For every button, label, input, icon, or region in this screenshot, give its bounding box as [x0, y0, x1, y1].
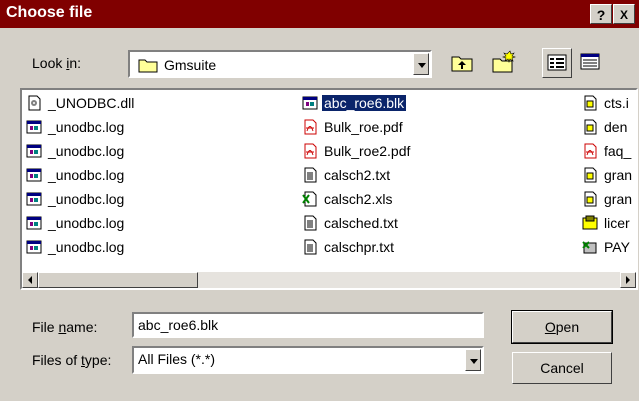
file-item[interactable]: den: [582, 117, 629, 137]
files-of-type-value: All Files (*.*): [138, 351, 216, 367]
file-item[interactable]: _unodbc.log: [26, 213, 126, 233]
file-item[interactable]: calsch2.xls: [302, 189, 394, 209]
scroll-right-button[interactable]: [620, 272, 636, 288]
generic-file-icon: [26, 216, 42, 230]
spreadsheet-icon: [302, 191, 317, 207]
text-file-icon: [304, 239, 317, 255]
setup-icon: [582, 241, 597, 254]
up-one-level-button[interactable]: [448, 48, 478, 78]
file-item-name: den: [604, 119, 628, 135]
file-item-name: Bulk_roe.pdf: [324, 119, 403, 135]
config-file-icon: [584, 95, 597, 111]
license-icon: [582, 215, 598, 230]
generic-file-icon: [26, 168, 42, 182]
look-in-label: Look in:: [32, 55, 82, 71]
file-item-name: faq_: [604, 143, 632, 159]
cancel-button[interactable]: Cancel: [512, 352, 612, 384]
file-item[interactable]: PAY: [582, 237, 632, 257]
file-item[interactable]: cts.i: [582, 93, 631, 113]
open-button[interactable]: Open: [511, 310, 613, 344]
file-item[interactable]: _unodbc.log: [26, 237, 126, 257]
generic-file-icon: [26, 144, 42, 158]
file-item[interactable]: _UNODBC.dll: [26, 93, 136, 113]
generic-file-icon: [26, 192, 42, 206]
file-item[interactable]: _unodbc.log: [26, 189, 126, 209]
arrow-left-icon: [28, 276, 32, 284]
list-view-icon: [547, 54, 567, 71]
file-item-name: _unodbc.log: [48, 119, 125, 135]
config-file-icon: [584, 191, 597, 207]
file-item-name: licer: [604, 215, 630, 231]
files-of-type-combobox[interactable]: All Files (*.*): [132, 346, 484, 374]
arrow-right-icon: [626, 276, 630, 284]
file-item[interactable]: _unodbc.log: [26, 117, 126, 137]
choose-file-dialog: Choose file ? X Look in: Gmsuite _UNODBC…: [0, 0, 639, 401]
file-name-value: abc_roe6.blk: [138, 317, 219, 333]
file-item-name: calschpr.txt: [324, 239, 395, 255]
file-item[interactable]: Bulk_roe.pdf: [302, 117, 405, 137]
file-item-name: _UNODBC.dll: [48, 95, 135, 111]
close-button[interactable]: X: [613, 4, 635, 24]
file-item-name: _unodbc.log: [48, 239, 125, 255]
file-item-name: cts.i: [604, 95, 629, 111]
file-item[interactable]: licer: [582, 213, 632, 233]
file-item[interactable]: calschpr.txt: [302, 237, 396, 257]
pdf-icon: [304, 119, 317, 135]
look-in-dropdown-button[interactable]: [413, 53, 429, 75]
new-folder-icon: [492, 50, 516, 73]
horizontal-scrollbar[interactable]: [22, 272, 636, 288]
title-bar[interactable]: Choose file ? X: [0, 0, 639, 28]
file-item[interactable]: _unodbc.log: [26, 141, 126, 161]
file-item[interactable]: calsch2.txt: [302, 165, 392, 185]
file-item[interactable]: abc_roe6.blk: [302, 93, 407, 113]
generic-file-icon: [302, 96, 318, 110]
file-item-name: _unodbc.log: [48, 143, 125, 159]
file-item-name: calsch2.xls: [324, 191, 393, 207]
file-item[interactable]: Bulk_roe2.pdf: [302, 141, 412, 161]
folder-up-icon: [451, 56, 473, 72]
file-item-name: gran: [604, 191, 633, 207]
look-in-value: Gmsuite: [164, 57, 217, 73]
file-item-name: _unodbc.log: [48, 191, 125, 207]
file-item[interactable]: gran: [582, 189, 634, 209]
config-file-icon: [584, 119, 597, 135]
file-name-label: File name:: [32, 319, 98, 335]
text-file-icon: [304, 215, 317, 231]
generic-file-icon: [26, 120, 42, 134]
list-view-button[interactable]: [542, 48, 572, 78]
pdf-icon: [584, 143, 597, 159]
file-item-name: abc_roe6.blk: [322, 95, 407, 111]
generic-file-icon: [26, 240, 42, 254]
scroll-left-button[interactable]: [22, 272, 38, 288]
file-item[interactable]: calsched.txt: [302, 213, 400, 233]
file-item-name: calsch2.txt: [324, 167, 391, 183]
file-item[interactable]: faq_: [582, 141, 633, 161]
file-item-name: _unodbc.log: [48, 167, 125, 183]
scroll-thumb[interactable]: [38, 272, 198, 288]
file-item-name: PAY: [604, 239, 630, 255]
folder-icon: [138, 59, 158, 73]
pdf-icon: [304, 143, 317, 159]
create-new-folder-button[interactable]: [490, 48, 520, 78]
files-of-type-label: Files of type:: [32, 352, 112, 368]
dll-icon: [28, 95, 41, 111]
file-list[interactable]: _UNODBC.dll _unodbc.log _unodbc.log _unodbc…: [20, 88, 638, 290]
files-of-type-dropdown-button[interactable]: [465, 349, 481, 371]
details-view-button[interactable]: [576, 48, 606, 78]
help-button[interactable]: ?: [590, 4, 612, 24]
text-file-icon: [304, 167, 317, 183]
file-item-name: calsched.txt: [324, 215, 398, 231]
config-file-icon: [584, 167, 597, 183]
file-item[interactable]: _unodbc.log: [26, 165, 126, 185]
file-item[interactable]: gran: [582, 165, 634, 185]
dialog-title: Choose file: [6, 4, 93, 21]
file-name-input[interactable]: abc_roe6.blk: [132, 312, 484, 338]
file-item-name: Bulk_roe2.pdf: [324, 143, 411, 159]
look-in-combobox[interactable]: Gmsuite: [128, 50, 432, 78]
file-item-name: gran: [604, 167, 633, 183]
details-view-icon: [580, 53, 600, 70]
file-item-name: _unodbc.log: [48, 215, 125, 231]
